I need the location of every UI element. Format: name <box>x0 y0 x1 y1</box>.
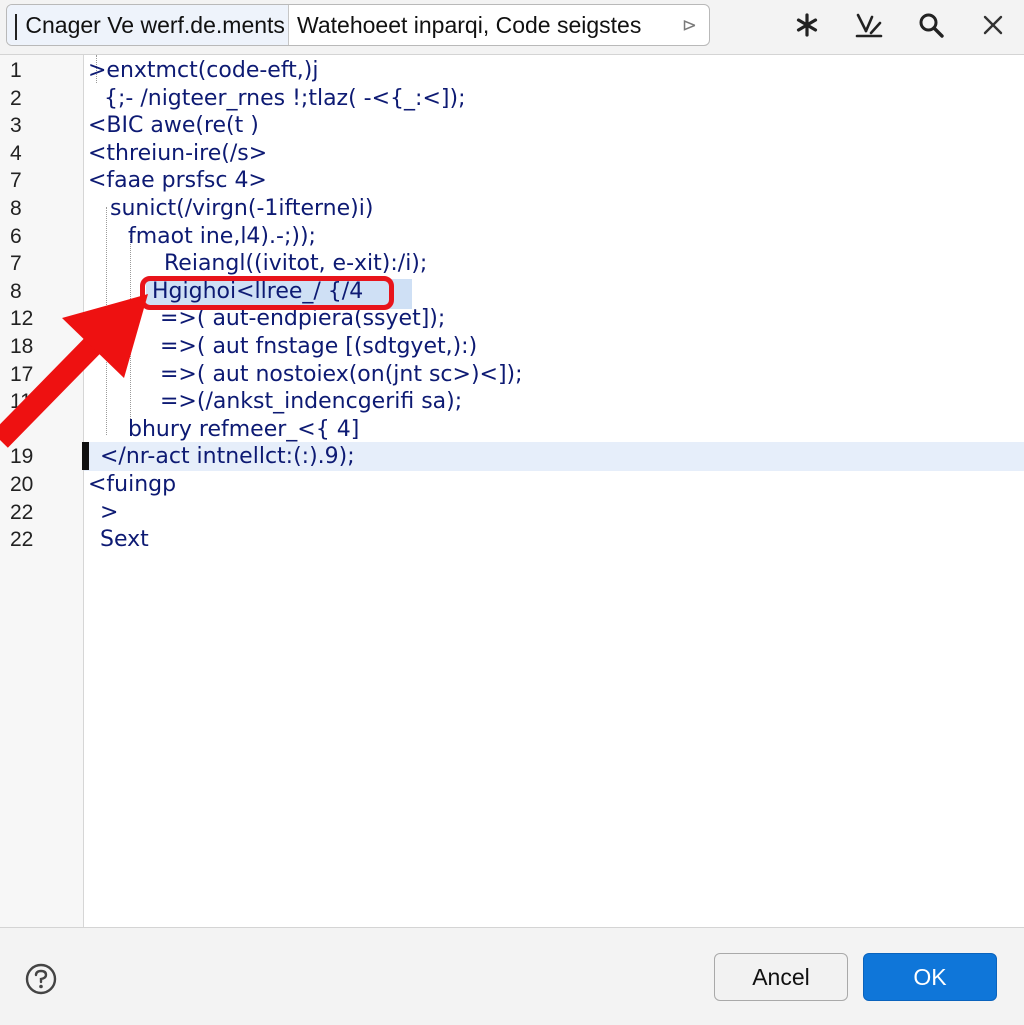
close-button[interactable] <box>962 0 1024 50</box>
text-caret <box>82 442 89 470</box>
indent-guide <box>130 235 131 435</box>
line-number: 8 <box>10 417 22 441</box>
line-number: 7 <box>10 252 22 276</box>
code-line[interactable]: {;- /nigteer_rnes !;tlaz( -<{_:<]); <box>104 85 465 113</box>
ok-button[interactable]: OK <box>863 953 997 1001</box>
close-icon <box>983 15 1003 35</box>
line-number: 6 <box>10 224 22 248</box>
code-line[interactable]: =>(/ankst_indencgerifi sa); <box>160 388 462 416</box>
tab-second[interactable]: Watehoeet inparqi, Code seigstes ⊳ <box>289 5 709 45</box>
line-number: 8 <box>10 197 22 220</box>
line-number: 2 <box>10 86 22 110</box>
line-number: 3 <box>10 114 22 138</box>
search-icon <box>919 13 944 38</box>
line-number: 22 <box>10 500 34 524</box>
code-editor[interactable]: 1 2 3 4 7 8 6 7 8 12 18 17 11 8 19 20 22 22 >enxtmct(code… <box>0 55 1024 927</box>
code-line[interactable]: Sext <box>100 526 149 554</box>
code-line[interactable]: >enxtmct(code-eft,)j <box>88 57 319 85</box>
asterisk-icon <box>796 13 818 37</box>
line-number: 19 <box>10 445 34 469</box>
code-line[interactable]: sunict(/virgn(-1ifterne)i) <box>110 195 373 223</box>
tab-close-icon[interactable]: ⊳ <box>682 5 697 45</box>
indent-guide <box>106 207 107 435</box>
line-number: 20 <box>10 473 34 496</box>
code-line[interactable]: Reiangl((ivitot, e-xit):/i); <box>164 250 427 278</box>
code-line[interactable]: <fuingp <box>88 471 176 499</box>
line-number: 8 <box>10 279 22 303</box>
asterisk-button[interactable] <box>776 0 838 50</box>
line-number: 12 <box>10 307 34 331</box>
help-button[interactable] <box>24 962 58 996</box>
sparkle-edit-button[interactable] <box>838 0 900 50</box>
line-number: 17 <box>10 362 34 386</box>
code-line[interactable]: fmaot ine,l4).-;)); <box>128 223 316 251</box>
search-button[interactable] <box>900 0 962 50</box>
cancel-button[interactable]: Ancel <box>714 953 848 1001</box>
highlight-annotation-box <box>140 276 394 310</box>
code-line[interactable]: bhury refmeer_<{ 4] <box>128 416 359 444</box>
tab-first[interactable]: Cnager Ve werf.de.ments <box>7 5 289 45</box>
code-line[interactable]: =>( aut nostoiex(on(jnt sc>)<]); <box>160 361 523 389</box>
code-editor-dialog: Cnager Ve werf.de.ments Watehoeet inparq… <box>0 0 1024 1025</box>
line-number: 22 <box>10 528 34 552</box>
help-icon <box>25 963 57 995</box>
toolbar <box>776 0 1024 50</box>
dialog-header: Cnager Ve werf.de.ments Watehoeet inparq… <box>0 0 1024 55</box>
line-number: 1 <box>10 59 22 82</box>
code-line[interactable]: <BIC awe(re(t ) <box>88 112 259 140</box>
code-line[interactable]: </nr-act intnellct:(:).9); <box>100 443 355 471</box>
tab-second-label: Watehoeet inparqi, Code seigstes <box>297 12 642 38</box>
code-line[interactable]: > <box>100 499 118 527</box>
tab-first-label: Cnager Ve werf.de.ments <box>25 12 285 38</box>
code-line[interactable]: =>( aut fnstage [(sdtgyet,):) <box>160 333 477 361</box>
line-number: 7 <box>10 169 22 193</box>
line-number: 11 <box>10 390 32 414</box>
code-line[interactable]: <threiun-ire(/s> <box>88 140 267 168</box>
sparkle-edit-icon <box>855 13 883 38</box>
dialog-footer: Ancel OK <box>0 927 1024 1025</box>
tab-bar: Cnager Ve werf.de.ments Watehoeet inparq… <box>6 4 710 46</box>
line-number: 18 <box>10 335 34 358</box>
code-line[interactable]: <faae prsfsc 4> <box>88 167 267 195</box>
line-number: 4 <box>10 141 22 165</box>
